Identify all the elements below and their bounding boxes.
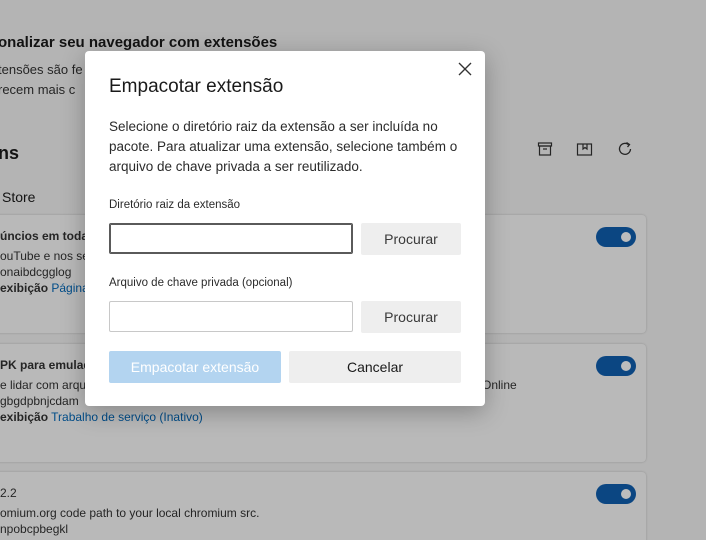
pack-extension-dialog: Empacotar extensão Selecione o diretório… — [85, 51, 485, 406]
close-icon — [458, 62, 472, 76]
dialog-title: Empacotar extensão — [109, 76, 284, 97]
close-button[interactable] — [456, 60, 474, 78]
private-key-label: Arquivo de chave privada (opcional) — [109, 277, 293, 289]
cancel-button[interactable]: Cancelar — [289, 351, 461, 383]
private-key-browse-button[interactable]: Procurar — [361, 301, 461, 333]
private-key-input[interactable] — [109, 301, 353, 332]
root-directory-label: Diretório raiz da extensão — [109, 199, 241, 211]
root-directory-browse-button[interactable]: Procurar — [361, 223, 461, 255]
root-directory-input[interactable] — [109, 223, 353, 254]
pack-extension-button[interactable]: Empacotar extensão — [109, 351, 281, 383]
dialog-description: Selecione o diretório raiz da extensão a… — [109, 119, 458, 174]
